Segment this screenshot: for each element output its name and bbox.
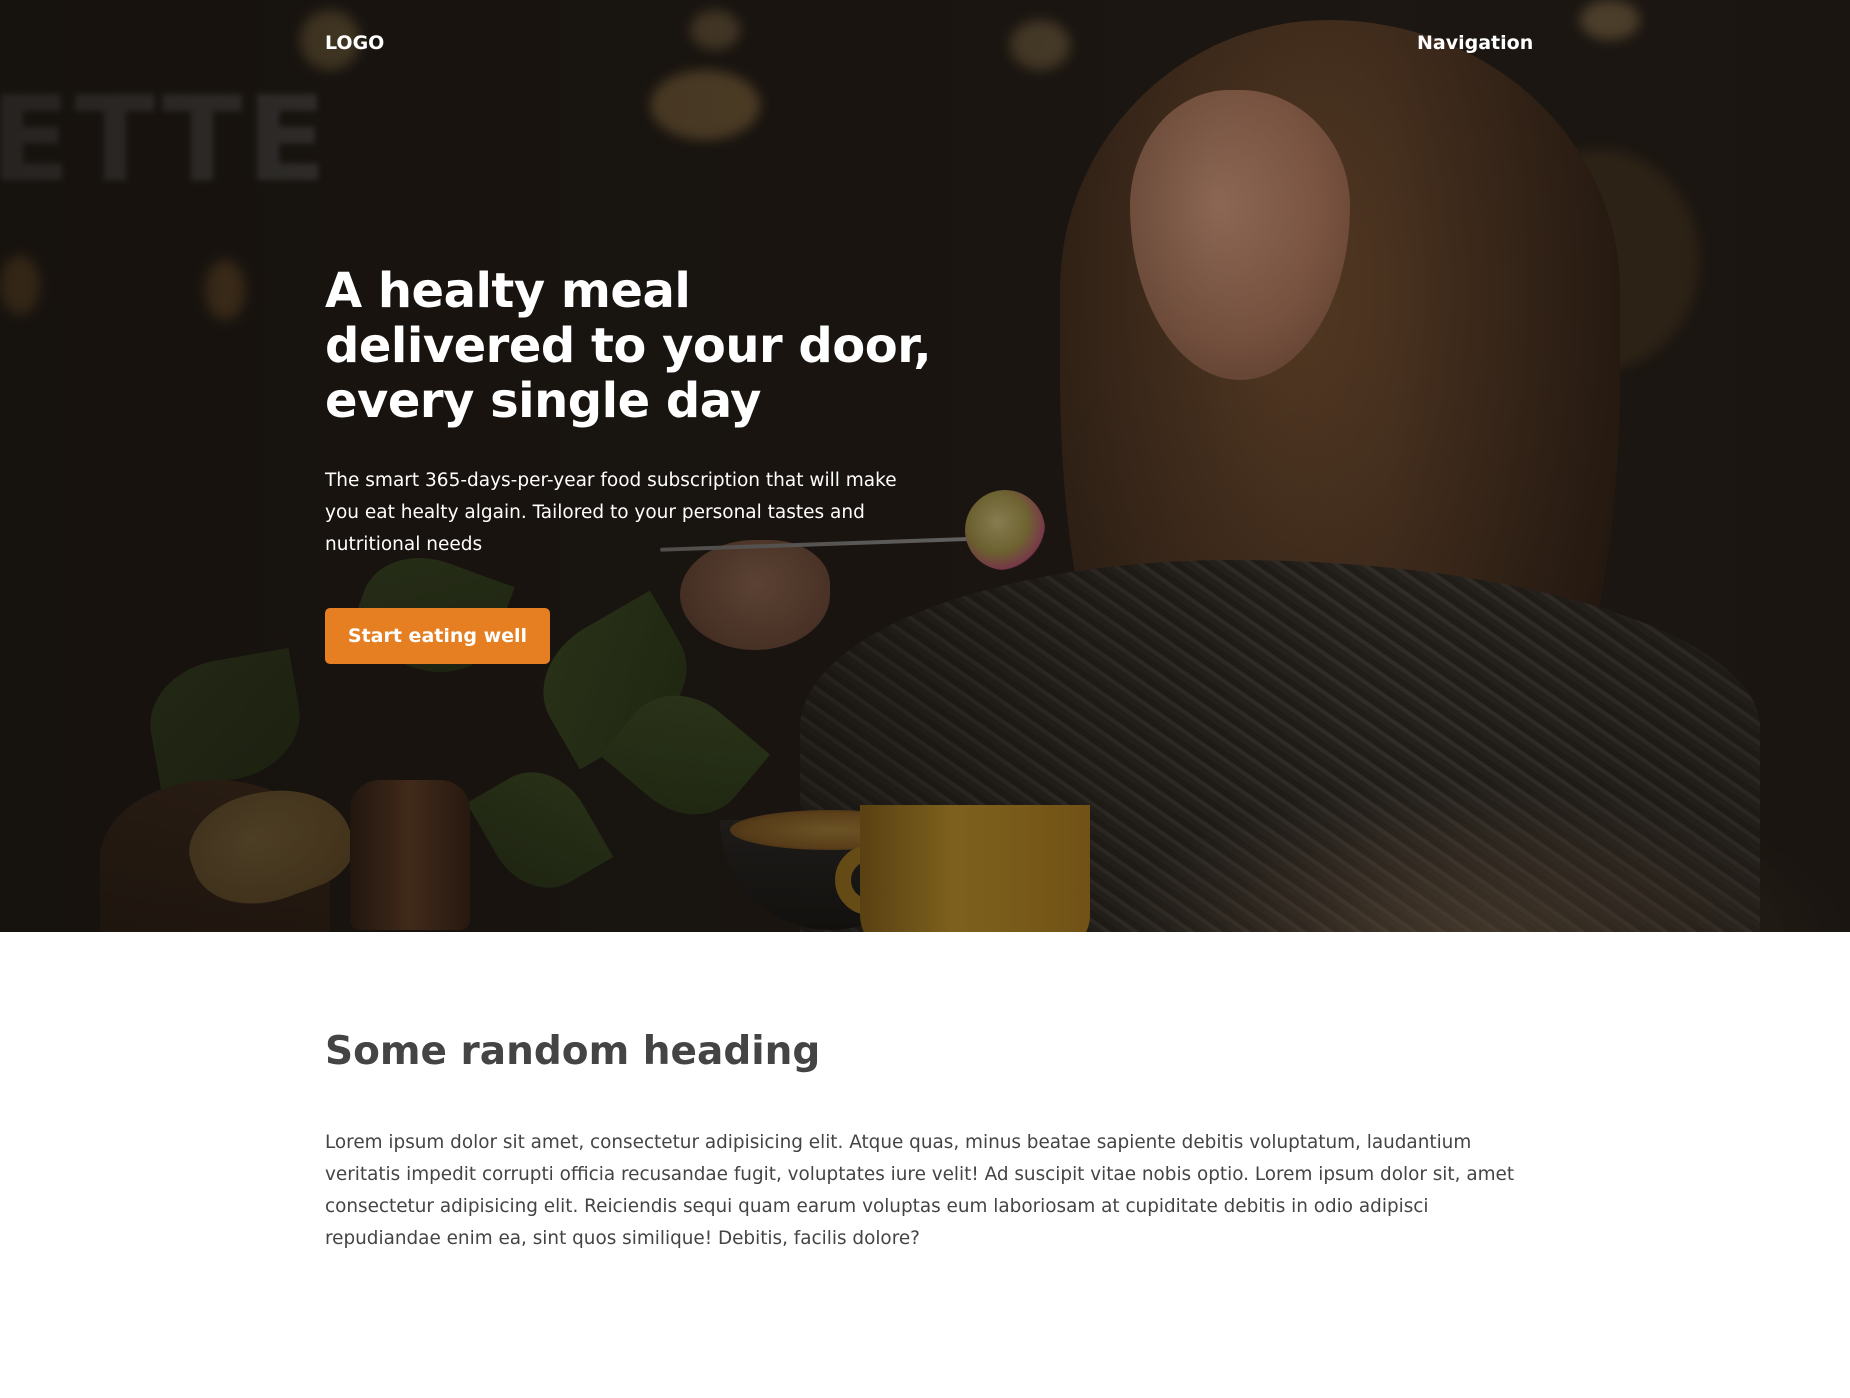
hero-section: ETTE LOGO Navigation A healty meal deliv…: [0, 0, 1850, 932]
section-paragraph: Lorem ipsum dolor sit amet, consectetur …: [325, 1132, 1515, 1249]
logo[interactable]: LOGO: [325, 32, 384, 54]
hero-overlay: [0, 0, 1850, 932]
section-heading: Some random heading: [325, 1029, 821, 1074]
navigation-link[interactable]: Navigation: [1417, 32, 1533, 54]
hero-title: A healty meal delivered to your door, ev…: [325, 263, 932, 429]
hero-description: The smart 365-days-per-year food subscri…: [325, 470, 897, 555]
start-eating-well-button[interactable]: Start eating well: [325, 608, 550, 664]
